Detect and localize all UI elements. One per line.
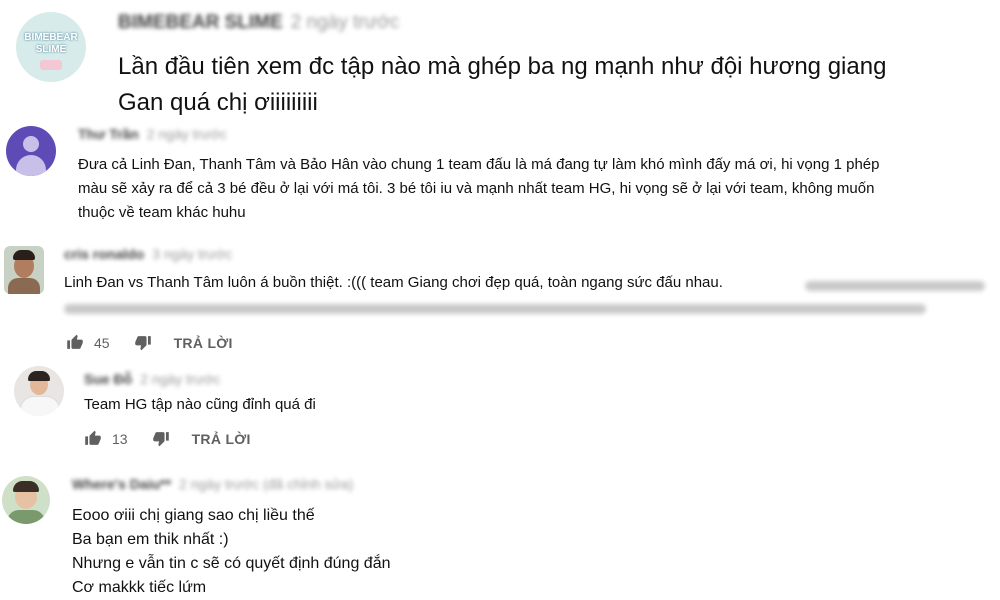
thumbs-up-icon[interactable] (66, 334, 84, 351)
comment-line: Ba bạn em thik nhất :) (72, 531, 229, 548)
comment-meta: Thư Trần 2 ngày trước (78, 126, 227, 142)
avatar[interactable] (14, 366, 64, 416)
avatar[interactable] (2, 476, 50, 524)
thumbs-up-icon[interactable] (84, 430, 102, 447)
comment-meta: cris ronaldo 3 ngày trước (64, 246, 232, 262)
comment-meta: Where's Daiu** 2 ngày trước (đã chỉnh sử… (72, 476, 353, 492)
avatar[interactable] (4, 246, 44, 294)
comment-2: Thư Trần 2 ngày trước Đưa cả Linh Đan, T… (0, 120, 1000, 240)
comment-author[interactable]: Sue Đỗ (84, 371, 132, 387)
comment-actions: 13 TRẢ LỜI (84, 430, 251, 447)
comment-time[interactable]: 2 ngày trước (147, 126, 227, 142)
comment-5: Where's Daiu** 2 ngày trước (đã chỉnh sử… (0, 460, 1000, 600)
comment-time[interactable]: 2 ngày trước (140, 371, 220, 387)
comment-line: Team HG tập nào cũng đỉnh quá đi (84, 396, 316, 413)
thumbs-down-icon[interactable] (134, 334, 152, 351)
avatar[interactable] (6, 126, 56, 176)
comment-line: Cơ makkk tiếc lứm (72, 579, 207, 596)
comment-time[interactable]: 2 ngày trước (291, 12, 400, 34)
comment-line: Lần đầu tiên xem đc tập nào mà ghép ba n… (118, 53, 887, 80)
avatar-text-line: SLIME (35, 43, 67, 55)
comment-author[interactable]: Thư Trần (78, 126, 139, 142)
comment-author[interactable]: Where's Daiu** (72, 476, 171, 492)
avatar[interactable]: BIMEBEAR SLIME (16, 12, 86, 82)
comment-text: Team HG tập nào cũng đỉnh quá đi (84, 393, 316, 417)
comment-time[interactable]: 2 ngày trước (đã chỉnh sửa) (179, 476, 353, 492)
like-count: 45 (94, 334, 110, 351)
comment-line: Linh Đan vs Thanh Tâm luôn á buồn thiệt.… (64, 274, 723, 291)
comment-meta: Sue Đỗ 2 ngày trước (84, 371, 220, 387)
comment-line: Gan quá chị ơiiiiiiiii (118, 89, 318, 116)
like-count: 13 (112, 430, 128, 447)
thumbs-down-icon[interactable] (152, 430, 170, 447)
comment-author[interactable]: cris ronaldo (64, 246, 144, 262)
comment-text: Eooo ơiii chị giang sao chị liều thế Ba … (72, 504, 390, 600)
reply-button[interactable]: TRẢ LỜI (174, 335, 233, 351)
comment-line: màu sẽ xảy ra để cả 3 bé đều ở lại với m… (78, 180, 875, 197)
comment-time[interactable]: 3 ngày trước (152, 246, 232, 262)
comment-text: Lần đầu tiên xem đc tập nào mà ghép ba n… (118, 49, 886, 121)
comment-meta: BIMEBEAR SLIME 2 ngày trước (118, 12, 399, 34)
comment-line: Eooo ơiii chị giang sao chị liều thế (72, 507, 315, 524)
comment-text: Đưa cả Linh Đan, Thanh Tâm và Bảo Hân và… (78, 153, 880, 225)
comment-text: Linh Đan vs Thanh Tâm luôn á buồn thiệt.… (64, 271, 723, 295)
comment-4: Sue Đỗ 2 ngày trước Team HG tập nào cũng… (0, 360, 1000, 460)
blurred-text (805, 281, 985, 291)
reply-button[interactable]: TRẢ LỜI (192, 431, 251, 447)
blurred-text (64, 304, 926, 314)
comment-line: Nhưng e vẫn tin c sẽ có quyết định đúng … (72, 555, 391, 572)
comment-3: cris ronaldo 3 ngày trước Linh Đan vs Th… (0, 240, 1000, 360)
comment-actions: 45 TRẢ LỜI (66, 334, 233, 351)
comment-1: BIMEBEAR SLIME BIMEBEAR SLIME 2 ngày trư… (0, 0, 1000, 120)
comment-line: Đưa cả Linh Đan, Thanh Tâm và Bảo Hân và… (78, 156, 880, 173)
comment-author[interactable]: BIMEBEAR SLIME (118, 12, 283, 34)
avatar-text-line: BIMEBEAR (24, 32, 78, 43)
comment-line: thuộc về team khác huhu (78, 204, 246, 221)
